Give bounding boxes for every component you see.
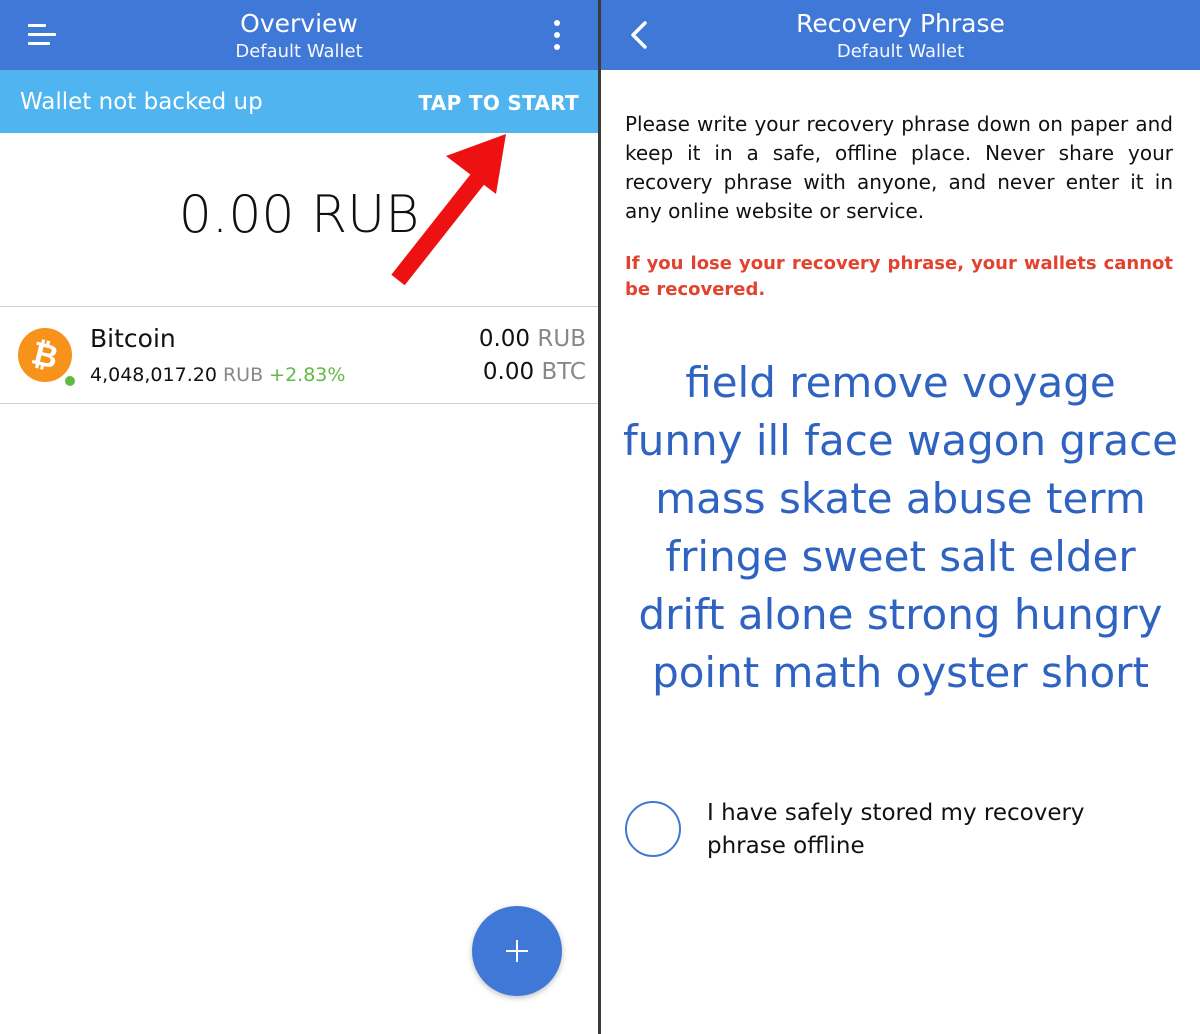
- recovery-warning: If you lose your recovery phrase, your w…: [625, 253, 1173, 300]
- plus-icon: [506, 940, 528, 962]
- add-asset-button[interactable]: [472, 906, 562, 996]
- backup-banner-message: Wallet not backed up: [20, 89, 263, 115]
- overview-screen: Overview Default Wallet Wallet not backe…: [0, 0, 598, 1034]
- phrase-line: mass skate abuse term: [655, 474, 1146, 523]
- asset-price-change: +2.83%: [269, 364, 346, 386]
- asset-price: 4,048,017.20 RUB +2.83%: [90, 363, 345, 387]
- coin-balance-value: 0.00: [482, 359, 535, 385]
- backup-banner[interactable]: Wallet not backed up TAP TO START: [0, 70, 598, 133]
- coin-balance-unit: BTC: [541, 359, 586, 385]
- asset-price-value: 4,048,017.20: [90, 364, 217, 386]
- svg-text:₿: ₿: [28, 333, 62, 376]
- recovery-phrase-screen: Recovery Phrase Default Wallet Please wr…: [601, 0, 1200, 1034]
- page-subtitle: Default Wallet: [836, 41, 965, 62]
- phrase-line: point math oyster short: [652, 648, 1149, 697]
- page-subtitle: Default Wallet: [235, 41, 363, 62]
- online-status-dot: [63, 374, 77, 388]
- asset-row-bitcoin[interactable]: ₿ Bitcoin 4,048,017.20 RUB +2.83%: [0, 306, 598, 404]
- fiat-balance-unit: RUB: [537, 326, 586, 352]
- recovery-instructions: Please write your recovery phrase down o…: [625, 112, 1173, 223]
- recovery-phrase: field remove voyage funny ill face wagon…: [601, 354, 1200, 702]
- overview-header: Overview Default Wallet: [0, 0, 598, 70]
- more-options-icon[interactable]: [548, 20, 566, 50]
- asset-price-currency: RUB: [222, 364, 264, 386]
- asset-coin-balance: 0.00 BTC: [483, 358, 586, 386]
- asset-fiat-balance: 0.00 RUB: [479, 325, 586, 353]
- recovery-header: Recovery Phrase Default Wallet: [601, 0, 1200, 70]
- fiat-balance-value: 0.00: [478, 326, 531, 352]
- confirm-radio[interactable]: [625, 801, 681, 857]
- backup-confirmation[interactable]: I have safely stored my recovery phrase …: [625, 797, 1173, 867]
- total-balance: 0.00 RUB: [178, 185, 420, 245]
- phrase-line: field remove voyage: [685, 358, 1116, 407]
- page-title: Recovery Phrase: [796, 9, 1005, 38]
- phrase-line: fringe sweet salt elder: [665, 532, 1136, 581]
- phrase-line: drift alone strong hungry: [638, 590, 1163, 639]
- asset-name: Bitcoin: [90, 324, 176, 353]
- page-title: Overview: [240, 9, 358, 38]
- tap-to-start-button[interactable]: TAP TO START: [418, 90, 579, 116]
- phrase-line: funny ill face wagon grace: [622, 416, 1179, 465]
- confirm-label: I have safely stored my recovery phrase …: [707, 800, 1085, 859]
- bitcoin-icon: ₿: [18, 328, 72, 382]
